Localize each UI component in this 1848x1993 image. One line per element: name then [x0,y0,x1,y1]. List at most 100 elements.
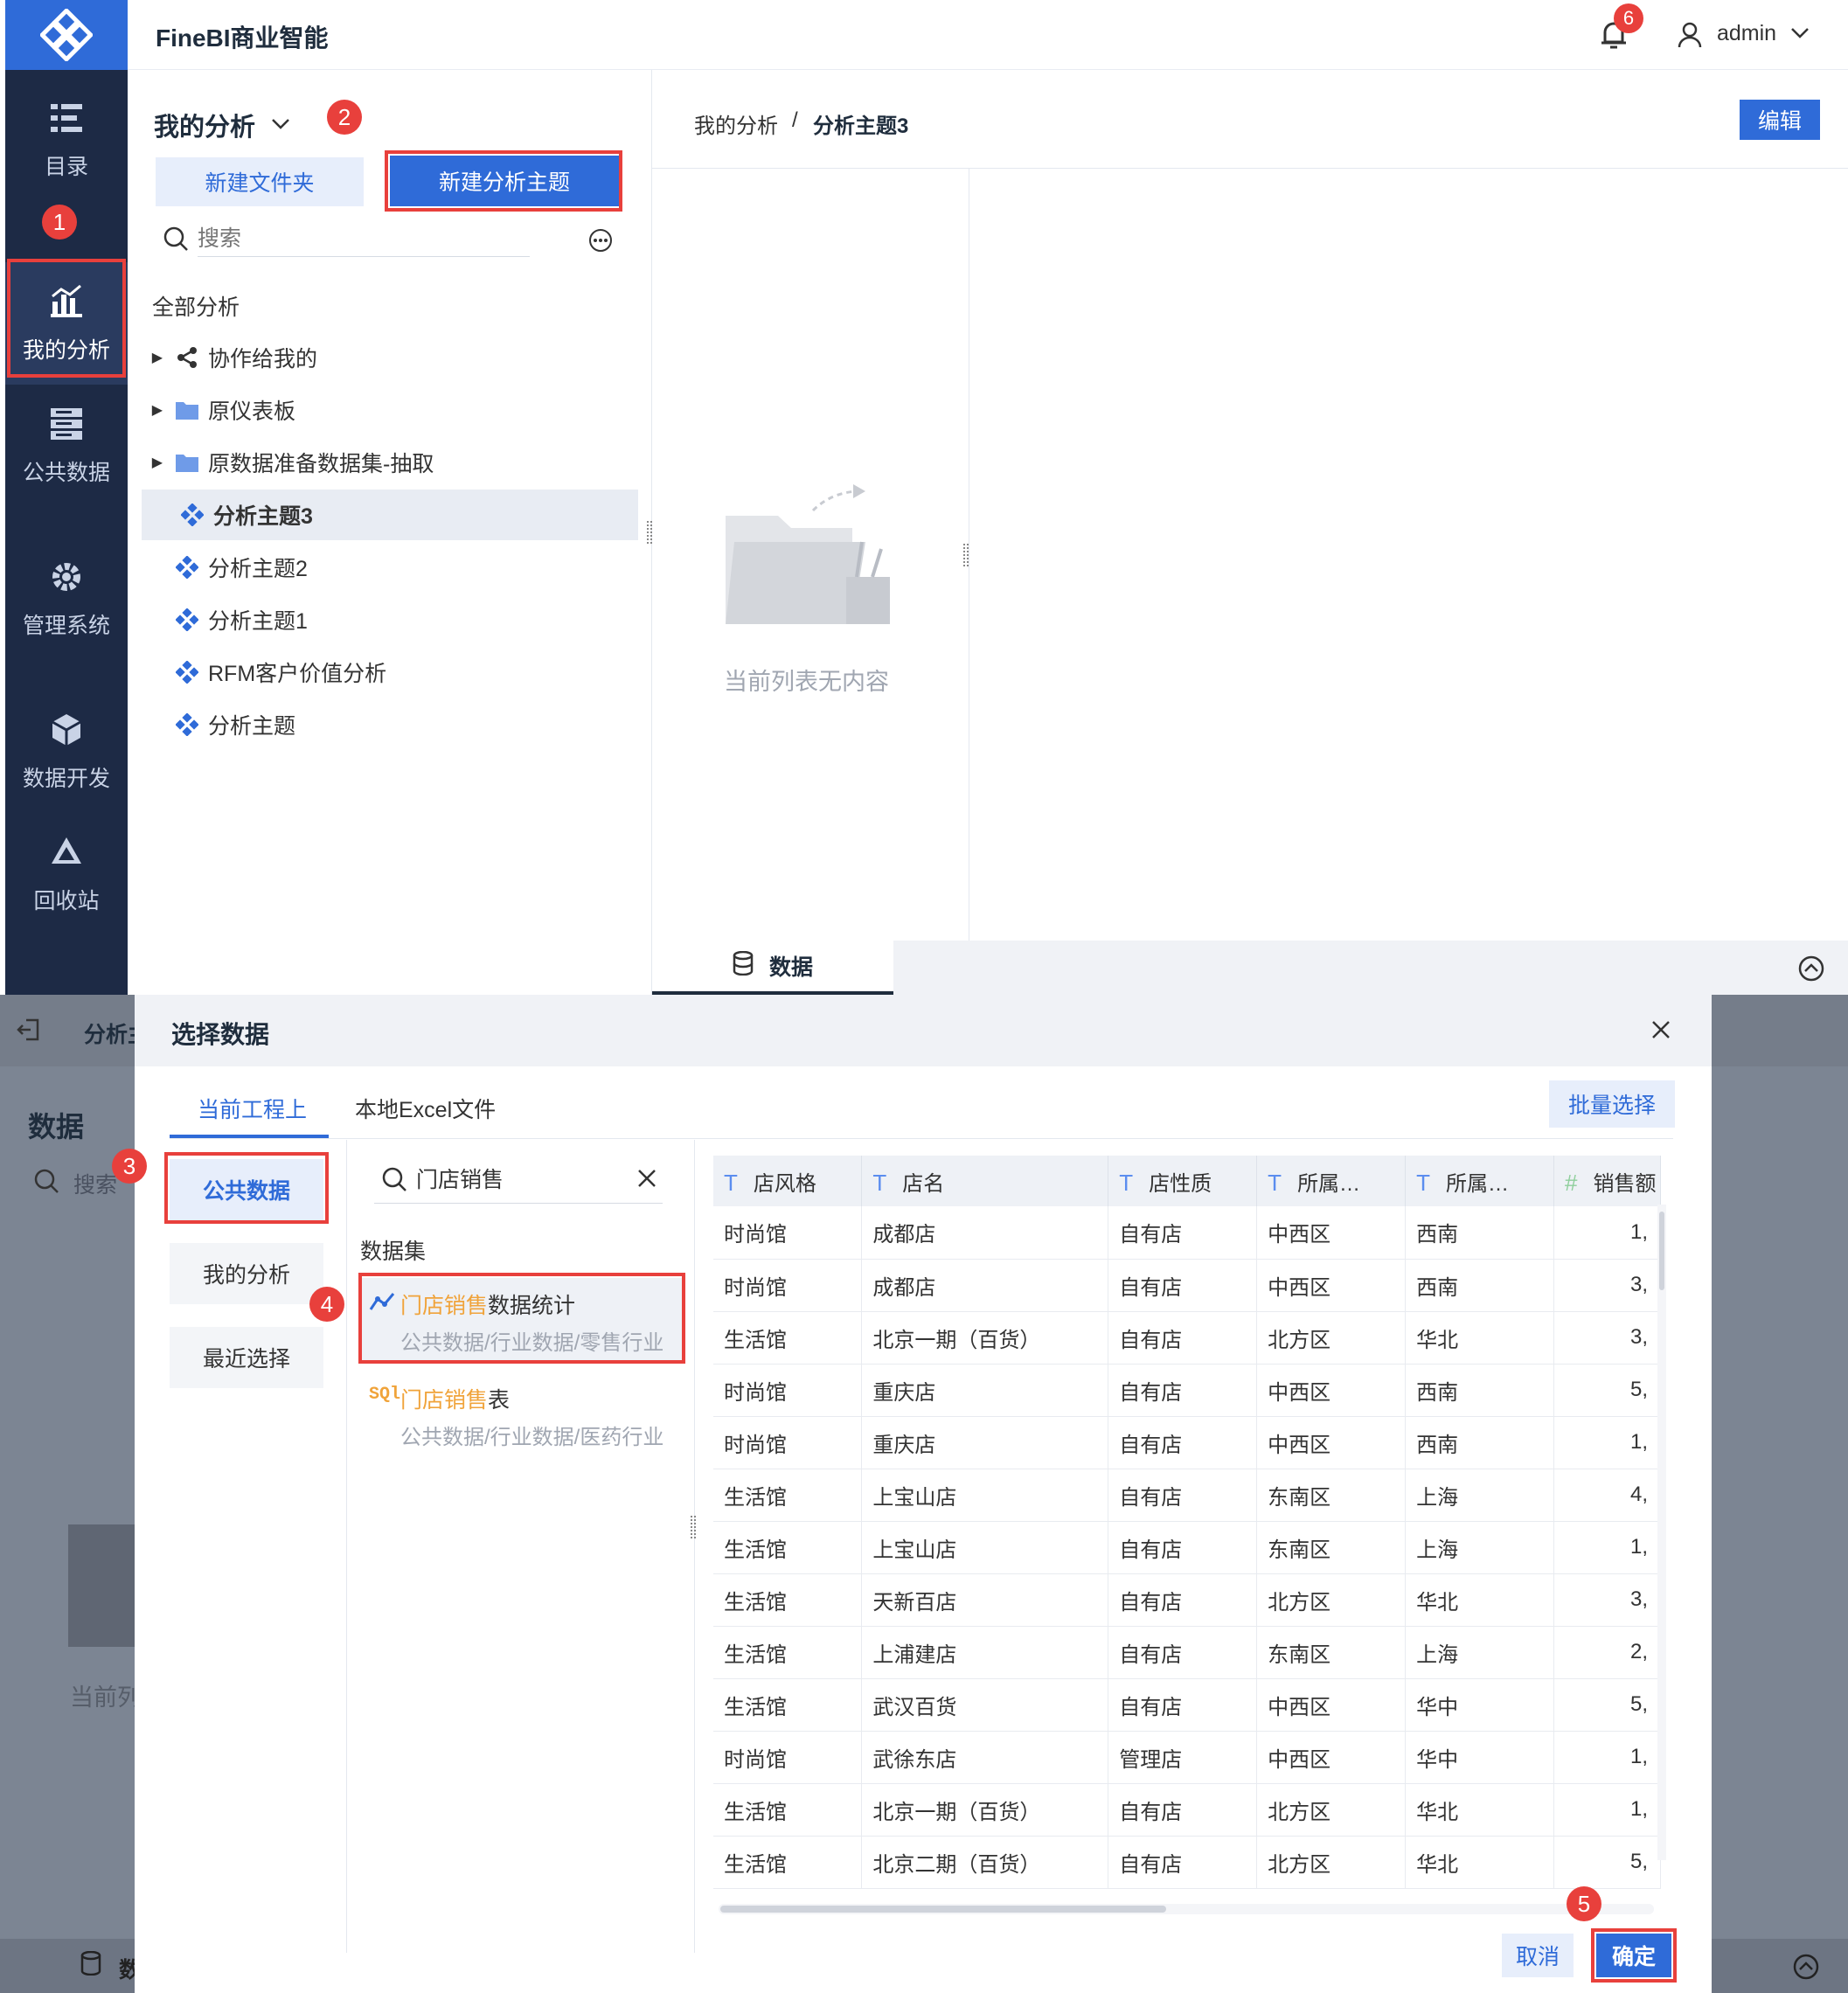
collapse-up-icon [1792,1953,1820,1985]
tree-item[interactable]: 分析主题2 [136,542,643,593]
divider [346,1140,347,1953]
table-cell: 北京一期（百货） [861,1311,1109,1365]
nav-catalog[interactable]: 目录 [5,79,128,201]
table-cell: 时尚馆 [713,1731,863,1784]
highlight-box-step4 [358,1273,685,1364]
table-cell: 上海 [1405,1626,1554,1679]
tree-item[interactable]: 分析主题 [136,699,643,750]
bottom-tab-data[interactable]: 数据 [652,941,893,995]
close-icon[interactable] [1649,1017,1673,1046]
tree-item-selected[interactable]: 分析主题3 [142,490,638,540]
bg-tab-label: 分析主 [84,1023,135,1047]
empty-folder-illustration [717,481,909,651]
highlight-box-step2 [385,150,622,212]
column-header[interactable]: T 店名 [861,1156,1109,1206]
topic-icon [171,608,203,631]
batch-select-button[interactable]: 批量选择 [1549,1080,1675,1128]
edit-button[interactable]: 编辑 [1740,100,1820,140]
chevron-down-icon[interactable] [269,112,292,139]
tree-item[interactable]: ▶ 原数据准备数据集-抽取 [136,437,643,488]
tree-item[interactable]: 分析主题1 [136,594,643,645]
caret-right-icon[interactable]: ▶ [136,401,171,419]
table-cell: 华北 [1405,1573,1554,1627]
table-cell: 自有店 [1108,1469,1258,1522]
horizontal-scrollbar-thumb[interactable] [720,1906,1166,1913]
resize-handle[interactable] [963,544,969,566]
table-cell: 生活馆 [713,1783,863,1837]
tree-item-label: RFM客户价值分析 [208,662,387,686]
share-icon [171,346,203,369]
nav-data-dev[interactable]: 数据开发 [5,691,128,813]
dataset-search-input[interactable] [416,1161,573,1196]
table-row: 时尚馆 武徐东店 管理店 中西区 华中 1, [713,1731,1661,1784]
clear-icon[interactable] [636,1168,657,1193]
table-cell: 北京一期（百货） [861,1783,1109,1837]
table-cell: 北京二期（百货） [861,1836,1109,1889]
table-cell: 1, [1553,1416,1661,1469]
table-cell: 时尚馆 [713,1364,863,1417]
tree-item-label: 原数据准备数据集-抽取 [208,452,434,476]
tab-current-project[interactable]: 当前工程上 [198,1093,307,1124]
caret-right-icon[interactable]: ▶ [136,349,171,366]
panel-title[interactable]: 我的分析 [154,107,255,143]
tree-item[interactable]: RFM客户价值分析 [136,647,643,698]
table-cell: 上海 [1405,1521,1554,1574]
new-folder-button[interactable]: 新建文件夹 [156,157,364,206]
search-input[interactable] [198,222,530,257]
left-nav: 目录 我的分析 公共数据 管理系统 数据开发 回收站 1 [5,0,128,995]
folder-icon [171,452,203,473]
nav-public-data[interactable]: 公共数据 [5,385,128,507]
table-cell: 西南 [1405,1206,1554,1260]
category-recent[interactable]: 最近选择 [170,1327,323,1388]
tree-item[interactable]: ▶ 原仪表板 [136,385,643,435]
nav-recycle[interactable]: 回收站 [5,813,128,935]
table-cell: 自有店 [1108,1416,1258,1469]
table-cell: 西南 [1405,1259,1554,1312]
vertical-scrollbar-thumb[interactable] [1659,1212,1664,1290]
column-header[interactable]: # 销售额 [1553,1156,1661,1206]
table-cell: 重庆店 [861,1364,1109,1417]
vertical-scrollbar[interactable] [1657,1205,1666,1860]
user-name[interactable]: admin [1717,21,1776,46]
table-cell: 3, [1553,1573,1661,1627]
caret-right-icon[interactable]: ▶ [136,454,171,471]
table-cell: 西南 [1405,1364,1554,1417]
column-header[interactable]: T 店风格 [713,1156,863,1206]
table-cell: 自有店 [1108,1206,1258,1260]
all-analysis-label[interactable]: 全部分析 [152,290,240,322]
text-type-icon: T [724,1169,738,1196]
search-icon [381,1166,407,1197]
table-cell: 2, [1553,1626,1661,1679]
table-cell: 自有店 [1108,1678,1258,1732]
dataset-name-rest: 表 [488,1388,511,1413]
nav-catalog-label: 目录 [44,155,88,179]
cancel-button[interactable]: 取消 [1502,1934,1574,1977]
analysis-panel: 我的分析 2 新建文件夹 新建分析主题 全部分析 ▶ 协作给我的 ▶ 原仪表板 [128,70,652,995]
table-cell: 自有店 [1108,1311,1258,1365]
user-icon [1677,21,1703,53]
bg-empty-text: 当前列 [70,1684,141,1711]
breadcrumb-current: 分析主题3 [813,115,909,138]
table-cell: 上宝山店 [861,1521,1109,1574]
topic-icon [177,503,208,526]
topic-icon [171,556,203,579]
text-type-icon: T [872,1169,887,1196]
table-cell: 西南 [1405,1416,1554,1469]
fine-logo[interactable] [5,0,128,70]
column-header[interactable]: T 所属… [1405,1156,1554,1206]
tab-local-excel[interactable]: 本地Excel文件 [355,1093,496,1124]
chevron-down-icon[interactable] [1789,21,1811,48]
more-icon[interactable] [587,227,614,258]
column-header[interactable]: T 所属… [1256,1156,1407,1206]
resize-handle[interactable] [691,1516,696,1538]
table-cell: 生活馆 [713,1836,863,1889]
table-row: 生活馆 天新百店 自有店 北方区 华北 3, [713,1573,1661,1627]
tree-item[interactable]: ▶ 协作给我的 [136,332,643,383]
category-my-analysis[interactable]: 我的分析 [170,1243,323,1304]
nav-admin[interactable]: 管理系统 [5,538,128,660]
breadcrumb-root[interactable]: 我的分析 [694,108,778,139]
divider [374,1203,663,1204]
dataset-result[interactable]: SQl 门店销售 表 公共数据/行业数据/医药行业 [362,1372,682,1456]
collapse-up-icon[interactable] [1797,955,1825,987]
column-header[interactable]: T 店性质 [1108,1156,1258,1206]
